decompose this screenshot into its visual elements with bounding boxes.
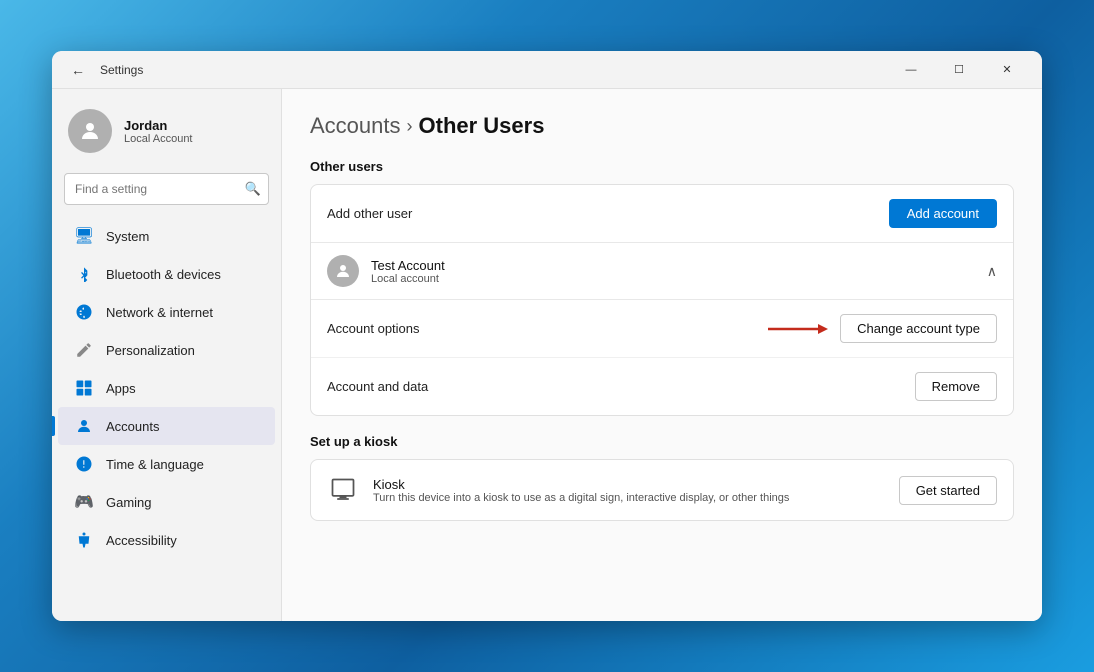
bluetooth-icon — [74, 264, 94, 284]
add-user-row: Add other user Add account — [311, 185, 1013, 242]
sidebar-item-personalization[interactable]: Personalization — [58, 331, 275, 369]
remove-button[interactable]: Remove — [915, 372, 997, 401]
minimize-button[interactable]: — — [888, 54, 934, 86]
user-info: Jordan Local Account — [124, 118, 193, 145]
sidebar-item-label: Accessibility — [106, 533, 177, 548]
accessibility-icon — [74, 530, 94, 550]
sidebar-item-label: Bluetooth & devices — [106, 267, 221, 282]
close-button[interactable]: ✕ — [984, 54, 1030, 86]
user-name: Jordan — [124, 118, 193, 133]
personalization-icon — [74, 340, 94, 360]
titlebar: ← Settings — ☐ ✕ — [52, 51, 1042, 89]
test-account-type: Local account — [371, 273, 975, 285]
test-account-info: Test Account Local account — [371, 258, 975, 285]
test-account-avatar — [327, 255, 359, 287]
accounts-icon — [74, 416, 94, 436]
back-button[interactable]: ← — [64, 56, 92, 84]
sidebar-item-label: Network & internet — [106, 305, 213, 320]
breadcrumb: Accounts › Other Users — [310, 113, 1014, 139]
sidebar-item-label: System — [106, 229, 149, 244]
kiosk-description: Turn this device into a kiosk to use as … — [373, 492, 885, 504]
test-account-header[interactable]: Test Account Local account ∧ — [311, 243, 1013, 300]
sidebar-item-label: Accounts — [106, 419, 159, 434]
arrow-icon — [768, 319, 828, 339]
sidebar-item-network[interactable]: Network & internet — [58, 293, 275, 331]
search-input[interactable] — [64, 173, 269, 205]
breadcrumb-current: Other Users — [419, 113, 545, 139]
user-type: Local Account — [124, 133, 193, 145]
maximize-button[interactable]: ☐ — [936, 54, 982, 86]
kiosk-name: Kiosk — [373, 477, 885, 492]
kiosk-icon — [327, 474, 359, 506]
add-user-label: Add other user — [327, 206, 877, 221]
sidebar-item-label: Time & language — [106, 457, 204, 472]
sidebar-item-bluetooth[interactable]: Bluetooth & devices — [58, 255, 275, 293]
search-icon: 🔍 — [245, 181, 261, 197]
test-account-body: Account options Change account type — [311, 300, 1013, 415]
window-body: Jordan Local Account 🔍 🖥 System Bluetoot… — [52, 89, 1042, 621]
sidebar-item-accessibility[interactable]: Accessibility — [58, 521, 275, 559]
apps-icon — [74, 378, 94, 398]
kiosk-info: Kiosk Turn this device into a kiosk to u… — [373, 477, 885, 504]
breadcrumb-parent: Accounts — [310, 113, 401, 139]
search-box: 🔍 — [64, 173, 269, 205]
network-icon — [74, 302, 94, 322]
time-icon — [74, 454, 94, 474]
kiosk-card: Kiosk Turn this device into a kiosk to u… — [310, 459, 1014, 521]
sidebar-item-label: Gaming — [106, 495, 152, 510]
settings-window: ← Settings — ☐ ✕ Jordan Local Account 🔍 — [52, 51, 1042, 621]
sidebar-item-accounts[interactable]: Accounts — [58, 407, 275, 445]
chevron-up-icon: ∧ — [987, 263, 997, 280]
kiosk-section-title: Set up a kiosk — [310, 434, 1014, 449]
change-account-type-button[interactable]: Change account type — [840, 314, 997, 343]
account-options-row: Account options Change account type — [311, 300, 1013, 358]
other-users-card: Add other user Add account Test Account … — [310, 184, 1014, 416]
kiosk-row: Kiosk Turn this device into a kiosk to u… — [311, 460, 1013, 520]
sidebar-item-system[interactable]: 🖥 System — [58, 217, 275, 255]
sidebar-item-time[interactable]: Time & language — [58, 445, 275, 483]
other-users-title: Other users — [310, 159, 1014, 174]
window-controls: — ☐ ✕ — [888, 54, 1030, 86]
test-account-name: Test Account — [371, 258, 975, 273]
gaming-icon: 🎮 — [74, 492, 94, 512]
avatar — [68, 109, 112, 153]
sidebar-item-gaming[interactable]: 🎮 Gaming — [58, 483, 275, 521]
get-started-button[interactable]: Get started — [899, 476, 997, 505]
breadcrumb-separator: › — [407, 116, 413, 137]
sidebar-item-label: Personalization — [106, 343, 195, 358]
sidebar-item-apps[interactable]: Apps — [58, 369, 275, 407]
main-content: Accounts › Other Users Other users Add o… — [282, 89, 1042, 621]
account-data-label: Account and data — [327, 379, 915, 394]
sidebar: Jordan Local Account 🔍 🖥 System Bluetoot… — [52, 89, 282, 621]
account-data-row: Account and data Remove — [311, 358, 1013, 415]
add-account-button[interactable]: Add account — [889, 199, 997, 228]
account-options-label: Account options — [327, 321, 768, 336]
user-profile: Jordan Local Account — [52, 101, 281, 169]
system-icon: 🖥 — [74, 226, 94, 246]
sidebar-item-label: Apps — [106, 381, 136, 396]
window-title: Settings — [100, 63, 888, 77]
